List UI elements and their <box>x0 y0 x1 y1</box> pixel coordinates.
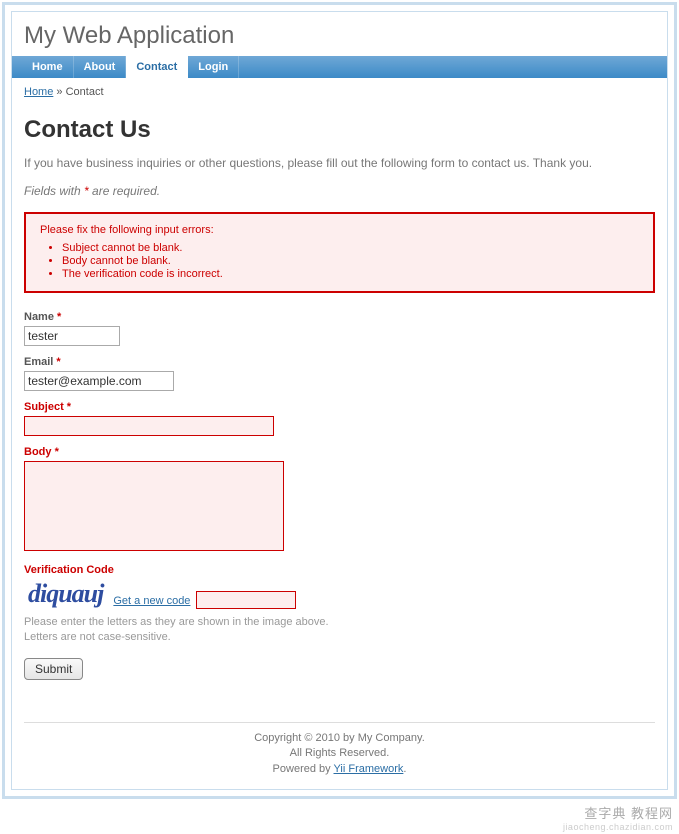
field-body: Body * <box>24 446 655 554</box>
label-name: Name * <box>24 311 655 323</box>
intro-text: If you have business inquiries or other … <box>24 156 655 170</box>
field-name: Name * <box>24 311 655 346</box>
navbar: Home About Contact Login <box>12 56 667 78</box>
breadcrumb-home[interactable]: Home <box>24 86 53 98</box>
error-item: Subject cannot be blank. <box>62 242 639 254</box>
input-name[interactable] <box>24 326 120 346</box>
submit-button[interactable]: Submit <box>24 658 83 680</box>
error-item: Body cannot be blank. <box>62 255 639 267</box>
label-email: Email * <box>24 356 655 368</box>
input-captcha[interactable] <box>196 591 296 609</box>
footer: Copyright © 2010 by My Company. All Righ… <box>12 723 667 789</box>
nav-about[interactable]: About <box>74 56 127 78</box>
header: My Web Application <box>12 12 667 56</box>
required-note: Fields with * are required. <box>24 184 655 198</box>
error-summary: Please fix the following input errors: S… <box>24 212 655 293</box>
captcha-image: diquauj <box>24 579 107 609</box>
submit-row: Submit <box>24 658 655 680</box>
label-body: Body * <box>24 446 655 458</box>
nav-contact[interactable]: Contact <box>126 56 188 78</box>
captcha-hint: Please enter the letters as they are sho… <box>24 615 364 646</box>
error-summary-heading: Please fix the following input errors: <box>40 224 639 236</box>
app-title: My Web Application <box>24 22 655 50</box>
nav-home[interactable]: Home <box>22 56 74 78</box>
watermark: 查字典 教程网 jiaocheng.chazidian.com <box>0 801 679 834</box>
textarea-body[interactable] <box>24 461 284 551</box>
footer-powered: Powered by Yii Framework. <box>12 762 667 777</box>
label-captcha: Verification Code <box>24 564 655 576</box>
error-item: The verification code is incorrect. <box>62 268 639 280</box>
footer-copyright: Copyright © 2010 by My Company. <box>12 731 667 746</box>
field-subject: Subject * <box>24 401 655 436</box>
field-email: Email * <box>24 356 655 391</box>
field-captcha: Verification Code diquauj Get a new code… <box>24 564 655 646</box>
label-subject: Subject * <box>24 401 655 413</box>
breadcrumb-sep: » <box>56 86 62 98</box>
footer-rights: All Rights Reserved. <box>12 746 667 761</box>
captcha-refresh-link[interactable]: Get a new code <box>113 595 190 607</box>
input-email[interactable] <box>24 371 174 391</box>
breadcrumb-current: Contact <box>66 86 104 98</box>
breadcrumb: Home » Contact <box>12 78 667 106</box>
footer-framework-link[interactable]: Yii Framework <box>334 763 404 775</box>
nav-login[interactable]: Login <box>188 56 239 78</box>
page-title: Contact Us <box>24 116 655 144</box>
input-subject[interactable] <box>24 416 274 436</box>
